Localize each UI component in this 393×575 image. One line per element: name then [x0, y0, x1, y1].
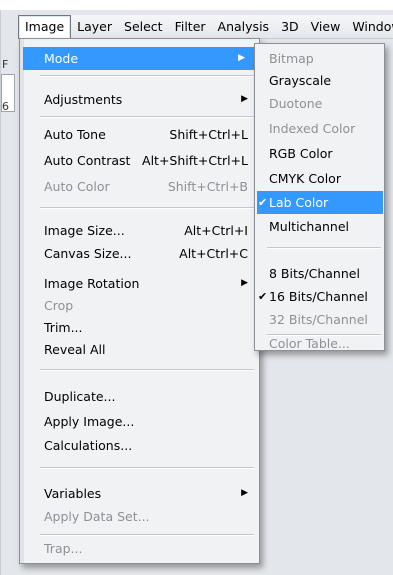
menu-separator: [40, 116, 254, 117]
menu-item-reveal-all[interactable]: Reveal All: [28, 338, 258, 361]
shortcut: Alt+Shift+Ctrl+L: [142, 153, 248, 168]
menu-item-variables[interactable]: Variables ▶: [28, 482, 258, 505]
menu-item-mode[interactable]: Mode ▶: [23, 47, 259, 70]
submenu-item-32-bits: 32 Bits/Channel: [269, 312, 368, 327]
edge-text: 6: [2, 100, 9, 113]
submenu-item-lab-color[interactable]: ✔ Lab Color: [257, 191, 383, 214]
shortcut: Alt+Ctrl+C: [179, 246, 248, 261]
submenu-item-indexed-color: Indexed Color: [269, 121, 356, 136]
menu-item-canvas-size[interactable]: Canvas Size... Alt+Ctrl+C: [28, 242, 258, 265]
shortcut: Shift+Ctrl+B: [167, 179, 248, 194]
submenu-item-rgb-color[interactable]: RGB Color: [257, 142, 383, 165]
menu-item-image-rotation[interactable]: Image Rotation ▶: [28, 272, 258, 295]
menu-bar: Image Layer Select Filter Analysis 3D Vi…: [18, 14, 393, 39]
submenu-item-16-bits[interactable]: ✔ 16 Bits/Channel: [257, 285, 383, 308]
menu-item-adjustments[interactable]: Adjustments ▶: [28, 88, 258, 111]
menu-separator: [267, 334, 381, 335]
checkmark-icon: ✔: [258, 290, 268, 303]
menu-analysis[interactable]: Analysis: [212, 16, 276, 38]
menu-select[interactable]: Select: [118, 16, 169, 38]
submenu-item-grayscale[interactable]: Grayscale: [257, 69, 383, 92]
menu-item-calculations[interactable]: Calculations...: [28, 434, 258, 457]
submenu-item-multichannel[interactable]: Multichannel: [257, 215, 383, 238]
mode-submenu: Bitmap Grayscale Duotone Indexed Color R…: [254, 43, 385, 351]
menu-item-apply-data-set: Apply Data Set...: [44, 509, 150, 524]
menu-3d[interactable]: 3D: [275, 16, 305, 38]
shortcut: Shift+Ctrl+L: [169, 127, 248, 142]
shortcut: Alt+Ctrl+I: [184, 223, 248, 238]
image-menu: Mode ▶ Adjustments ▶ Auto Tone Shift+Ctr…: [19, 38, 260, 564]
menu-window[interactable]: Window: [346, 16, 393, 38]
submenu-item-cmyk-color[interactable]: CMYK Color: [257, 167, 383, 190]
menu-view[interactable]: View: [305, 16, 347, 38]
submenu-arrow-icon: ▶: [241, 488, 248, 498]
submenu-item-color-table: Color Table...: [269, 336, 350, 351]
menu-item-duplicate[interactable]: Duplicate...: [28, 385, 258, 408]
menu-item-trap: Trap...: [44, 541, 83, 556]
edge-text: F: [2, 58, 9, 71]
submenu-item-bitmap: Bitmap: [269, 51, 314, 66]
menu-separator: [40, 534, 254, 535]
menu-layer[interactable]: Layer: [71, 16, 118, 38]
submenu-item-8-bits[interactable]: 8 Bits/Channel: [257, 262, 383, 285]
menu-separator: [40, 75, 254, 76]
submenu-item-duotone: Duotone: [269, 96, 323, 111]
menu-separator: [40, 369, 254, 370]
submenu-arrow-icon: ▶: [238, 53, 245, 63]
submenu-arrow-icon: ▶: [241, 94, 248, 104]
menu-item-apply-image[interactable]: Apply Image...: [28, 410, 258, 433]
menu-item-auto-color: Auto Color Shift+Ctrl+B: [28, 175, 258, 198]
menu-separator: [267, 247, 381, 248]
menu-image[interactable]: Image: [18, 14, 72, 39]
menu-item-crop: Crop: [44, 298, 74, 313]
menu-separator: [40, 467, 254, 468]
menu-item-trim[interactable]: Trim...: [28, 316, 258, 339]
menu-gutter: [20, 39, 24, 563]
menu-item-auto-contrast[interactable]: Auto Contrast Alt+Shift+Ctrl+L: [28, 149, 258, 172]
submenu-arrow-icon: ▶: [241, 278, 248, 288]
menu-separator: [40, 207, 254, 208]
checkmark-icon: ✔: [258, 196, 268, 209]
menu-item-auto-tone[interactable]: Auto Tone Shift+Ctrl+L: [28, 123, 258, 146]
menu-filter[interactable]: Filter: [169, 16, 212, 38]
menu-item-image-size[interactable]: Image Size... Alt+Ctrl+I: [28, 219, 258, 242]
